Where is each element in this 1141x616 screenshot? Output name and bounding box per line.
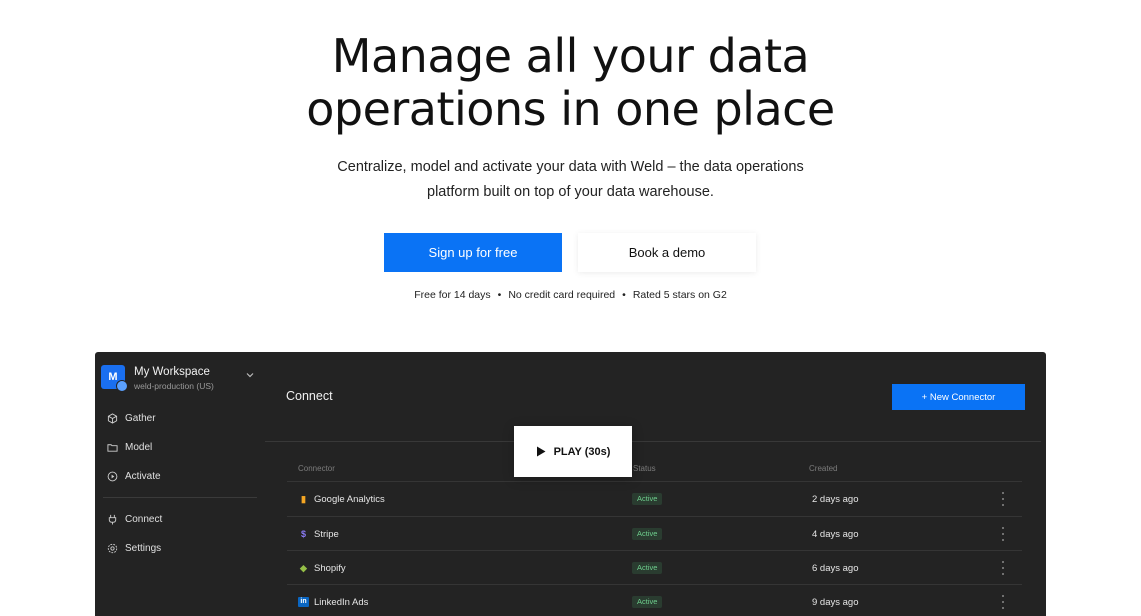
bullet-separator: • — [497, 289, 502, 301]
sidebar-item-settings[interactable]: Settings — [107, 539, 161, 557]
book-demo-button[interactable]: Book a demo — [578, 233, 756, 272]
signup-button[interactable]: Sign up for free — [384, 233, 562, 272]
hero-title: Manage all your data operations in one p… — [0, 30, 1141, 136]
sidebar-item-gather[interactable]: Gather — [107, 409, 156, 427]
bullet-separator: • — [622, 289, 626, 301]
workspace-avatar[interactable]: M — [101, 365, 128, 392]
chevron-down-icon[interactable] — [245, 370, 255, 380]
hero-subtitle-line1: Centralize, model and activate your data… — [337, 159, 804, 175]
table-row[interactable]: ▮ Google Analytics Active 2 days ago — [287, 481, 1022, 516]
workspace-subtitle: weld-production (US) — [134, 381, 214, 391]
page-title: Connect — [286, 389, 333, 403]
workspace-name[interactable]: My Workspace — [134, 366, 210, 378]
connector-cell: ▮ Google Analytics — [298, 482, 385, 516]
column-header-created[interactable]: Created — [809, 464, 837, 473]
linkedin-icon: in — [298, 597, 309, 607]
created-cell: 6 days ago — [812, 562, 859, 574]
new-connector-button[interactable]: + New Connector — [892, 384, 1025, 410]
play-label: PLAY (30s) — [553, 445, 611, 458]
stripe-icon: $ — [300, 529, 306, 539]
connector-name: Stripe — [314, 528, 339, 540]
hero-subtitle: Centralize, model and activate your data… — [0, 155, 1141, 205]
hero-subtitle-line2: platform built on top of your data wareh… — [427, 184, 714, 200]
status-badge: Active — [632, 528, 663, 540]
plug-icon — [108, 514, 117, 525]
more-options-icon[interactable] — [1001, 527, 1005, 541]
sidebar-item-label: Settings — [125, 542, 162, 554]
sidebar-item-model[interactable]: Model — [107, 438, 152, 456]
table-row[interactable]: in LinkedIn Ads Active 9 days ago — [287, 584, 1022, 616]
sidebar-item-activate[interactable]: Activate — [107, 467, 161, 485]
table-row[interactable]: $ Stripe Active 4 days ago — [287, 516, 1022, 551]
created-cell: 2 days ago — [812, 493, 859, 505]
app-preview: M My Workspace weld-production (US) Gath… — [95, 352, 1046, 616]
more-options-icon[interactable] — [1001, 595, 1005, 609]
column-header-status[interactable]: Status — [633, 464, 656, 473]
more-options-icon[interactable] — [1001, 561, 1005, 575]
status-badge: Active — [632, 493, 663, 505]
more-options-icon[interactable] — [1001, 492, 1005, 506]
shopify-icon: ◆ — [300, 562, 307, 573]
main-panel: Connect + New Connector Connector Status… — [265, 352, 1046, 616]
created-cell: 9 days ago — [812, 596, 859, 608]
play-icon — [536, 446, 546, 457]
hero-title-line1: Manage all your data — [331, 29, 810, 83]
sidebar-divider — [103, 497, 257, 498]
connector-name: Shopify — [314, 562, 346, 574]
sidebar: M My Workspace weld-production (US) Gath… — [95, 352, 265, 616]
connector-name: LinkedIn Ads — [314, 596, 369, 608]
cube-icon — [107, 412, 118, 424]
folder-icon — [107, 443, 118, 452]
play-video-button[interactable]: PLAY (30s) — [514, 426, 632, 477]
workspace-initial: M — [108, 371, 118, 383]
connector-name: Google Analytics — [314, 493, 385, 505]
play-circle-icon — [107, 471, 118, 481]
sidebar-item-label: Connect — [125, 513, 163, 525]
sidebar-item-label: Gather — [125, 412, 156, 424]
perk-trial: Free for 14 days — [414, 289, 491, 301]
perk-rating: Rated 5 stars on G2 — [632, 289, 727, 301]
workspace-badge-icon — [116, 380, 128, 392]
perks-line: Free for 14 days • No credit card required… — [0, 289, 1141, 301]
connector-cell: in LinkedIn Ads — [298, 585, 368, 616]
perk-no-card: No credit card required — [508, 289, 616, 301]
header-divider — [265, 441, 1041, 442]
created-cell: 4 days ago — [812, 528, 859, 540]
hero-title-line2: operations in one place — [306, 82, 835, 136]
table-row[interactable]: ◆ Shopify Active 6 days ago — [287, 550, 1022, 585]
connector-cell: ◆ Shopify — [298, 551, 346, 585]
column-header-connector[interactable]: Connector — [298, 464, 335, 473]
sidebar-item-label: Activate — [125, 470, 161, 482]
google-analytics-icon: ▮ — [301, 493, 306, 504]
gear-icon — [107, 543, 118, 553]
status-badge: Active — [632, 562, 663, 574]
sidebar-item-label: Model — [125, 441, 153, 453]
sidebar-item-connect[interactable]: Connect — [107, 510, 162, 528]
connector-cell: $ Stripe — [298, 517, 339, 551]
status-badge: Active — [632, 596, 663, 608]
